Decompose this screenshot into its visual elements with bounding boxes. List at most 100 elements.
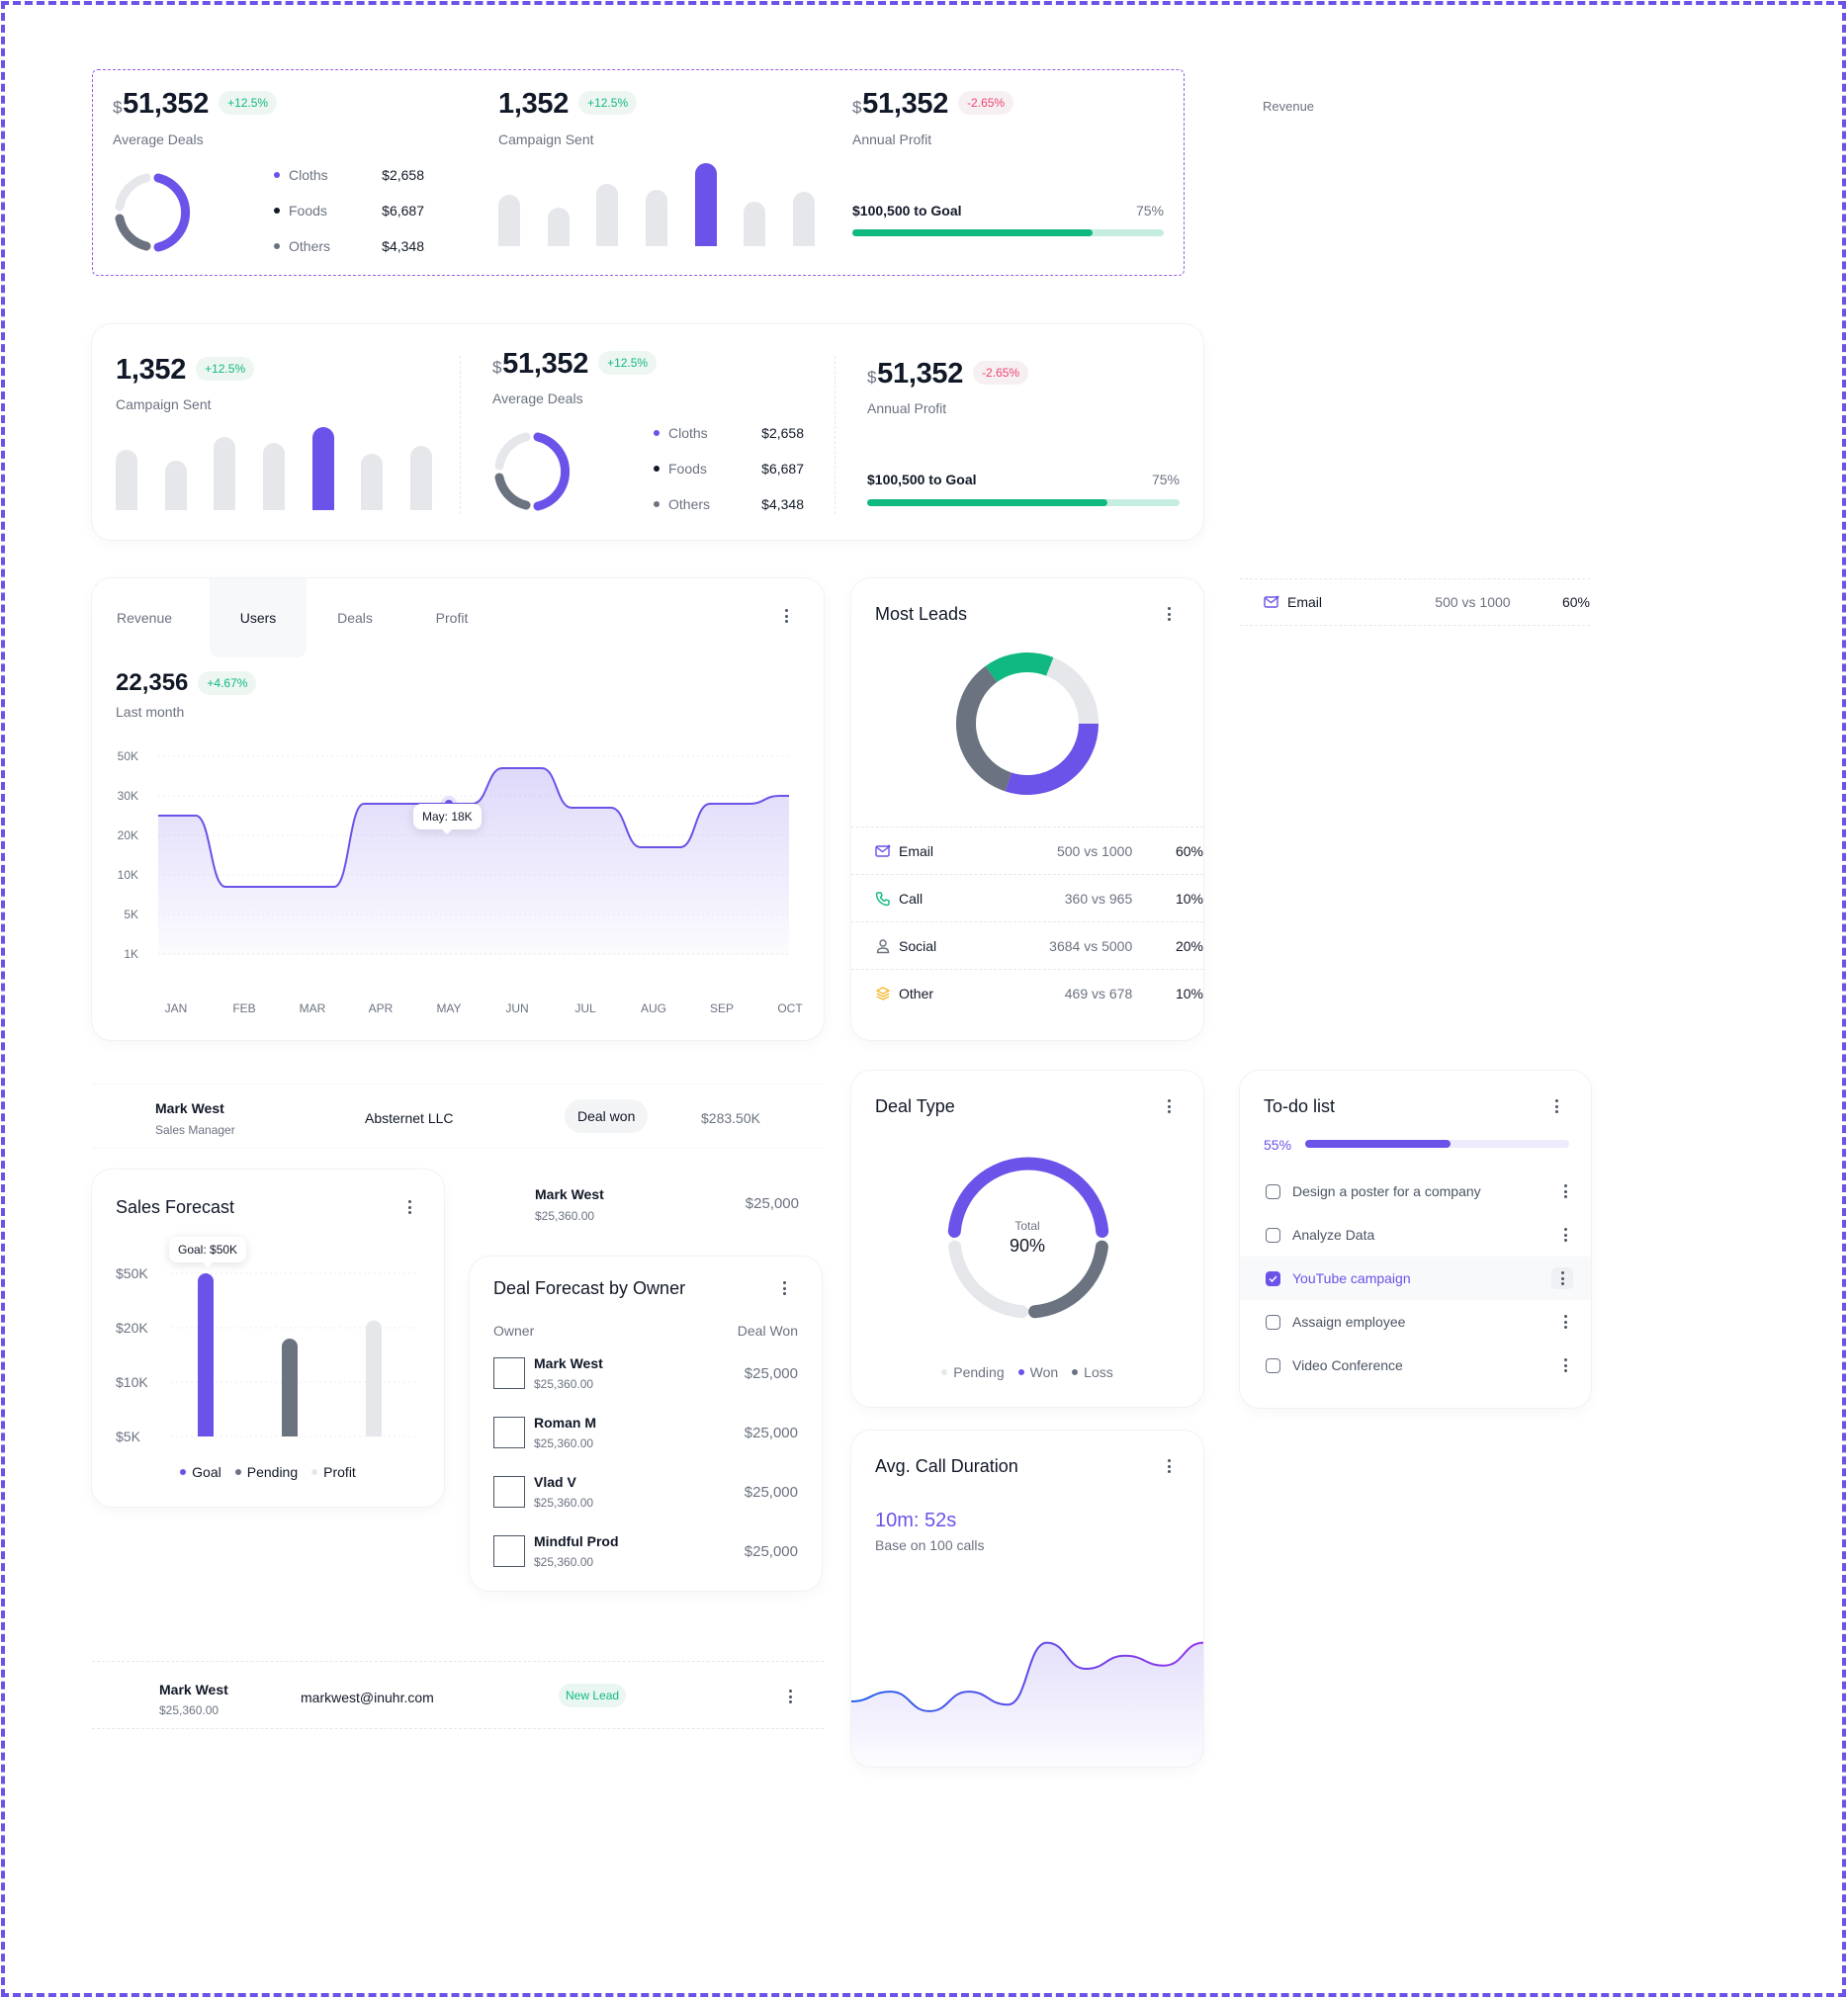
lead-sub: $25,360.00 bbox=[159, 1703, 220, 1717]
annual-profit-value: $51,352 -2.65% bbox=[852, 88, 1014, 121]
checkbox[interactable] bbox=[1266, 1270, 1280, 1286]
card-title: Sales Forecast bbox=[116, 1197, 235, 1217]
legend-item: Pending bbox=[234, 1464, 298, 1480]
tab-profit[interactable]: Profit bbox=[403, 578, 500, 657]
checkbox[interactable] bbox=[1266, 1357, 1280, 1373]
donut-segment-others bbox=[115, 214, 151, 251]
todo-card: To-do list 55% Design a poster for a com… bbox=[1240, 1071, 1591, 1408]
annual-profit-value: $51,352 -2.65% bbox=[867, 358, 1029, 391]
campaign-bar bbox=[263, 442, 285, 510]
card-title: Avg. Call Duration bbox=[875, 1456, 1018, 1476]
more-options-icon[interactable] bbox=[1557, 1355, 1573, 1375]
average-deals-label: Average Deals bbox=[492, 391, 583, 406]
owner-row[interactable]: Vlad V $25,360.00 $25,000 bbox=[493, 1472, 798, 1521]
owner-row[interactable]: Mindful Prod $25,360.00 $25,000 bbox=[493, 1531, 798, 1581]
lead-source-row: Email 500 vs 1000 60% bbox=[851, 826, 1203, 874]
owner-avatar bbox=[493, 1476, 525, 1508]
lead-row[interactable]: Mark West $25,360.00 markwest@inuhr.com … bbox=[92, 1661, 824, 1729]
donut-segment-social bbox=[956, 665, 1012, 792]
owner-row[interactable]: Mark West $25,360.00 $25,000 bbox=[493, 1353, 798, 1403]
sales-legend: Goal Pending Profit bbox=[92, 1464, 444, 1480]
legend-value: $6,687 bbox=[761, 461, 804, 477]
owner-sub: $25,360.00 bbox=[535, 1209, 595, 1223]
owner-sub: $25,360.00 bbox=[534, 1555, 594, 1569]
more-options-icon[interactable] bbox=[1161, 1456, 1177, 1476]
checkbox[interactable] bbox=[1266, 1183, 1280, 1199]
todo-progress-label: 55% bbox=[1264, 1137, 1292, 1153]
bar-goal bbox=[198, 1273, 214, 1436]
todo-item[interactable]: Analyze Data bbox=[1240, 1213, 1591, 1257]
tab-revenue[interactable]: Revenue bbox=[92, 578, 197, 657]
y-tick-label: 30K bbox=[118, 789, 138, 803]
more-options-icon[interactable] bbox=[776, 1278, 792, 1298]
campaign-sent-bars bbox=[116, 427, 432, 510]
goal-label: $100,500 to Goal bbox=[867, 472, 977, 487]
owner-value: $25,000 bbox=[745, 1195, 799, 1212]
average-deals-label: Average Deals bbox=[113, 131, 204, 147]
checkbox[interactable] bbox=[1266, 1227, 1280, 1243]
legend-item: Profit bbox=[311, 1464, 356, 1480]
todo-item[interactable]: Design a poster for a company bbox=[1240, 1170, 1591, 1213]
todo-item[interactable]: YouTube campaign bbox=[1240, 1257, 1591, 1300]
more-options-icon[interactable] bbox=[1557, 1181, 1573, 1201]
todo-progress-bar bbox=[1305, 1140, 1569, 1148]
goal-progress-fill bbox=[867, 499, 1108, 506]
x-tick-label: MAR bbox=[300, 1001, 326, 1015]
deal-row[interactable]: Mark West Sales Manager Absternet LLC De… bbox=[92, 1084, 824, 1149]
legend-value: $4,348 bbox=[761, 496, 804, 512]
y-tick-label: 50K bbox=[118, 749, 138, 763]
y-tick-label: $5K bbox=[116, 1429, 141, 1444]
checkbox[interactable] bbox=[1266, 1314, 1280, 1330]
more-options-icon[interactable] bbox=[1557, 1312, 1573, 1332]
owner-name: Roman M bbox=[534, 1415, 596, 1431]
lead-source-ratio: 469 vs 678 bbox=[1064, 985, 1133, 1001]
lead-source-percent: 20% bbox=[1175, 937, 1203, 954]
most-leads-donut bbox=[956, 652, 1099, 795]
lead-source-percent: 60% bbox=[1175, 842, 1203, 859]
donut-segment-cloths bbox=[533, 432, 571, 511]
y-tick-label: 10K bbox=[118, 868, 138, 882]
more-options-icon[interactable] bbox=[778, 606, 794, 626]
phone-icon bbox=[875, 891, 891, 907]
legend-foods: Foods bbox=[274, 203, 327, 218]
more-options-icon[interactable] bbox=[1551, 1267, 1573, 1289]
todo-progress-fill bbox=[1305, 1140, 1451, 1148]
todo-item[interactable]: Assaign employee bbox=[1240, 1300, 1591, 1344]
lead-source-name: Call bbox=[899, 890, 924, 907]
avg-call-card: Avg. Call Duration 10m: 52s Base on 100 … bbox=[851, 1431, 1203, 1767]
deal-owner-role: Sales Manager bbox=[155, 1123, 235, 1137]
average-deals-donut bbox=[494, 432, 571, 511]
mail-icon bbox=[875, 844, 891, 858]
deal-type-card: Deal Type Total 90% Pending Won Loss bbox=[851, 1071, 1203, 1407]
more-options-icon[interactable] bbox=[1548, 1096, 1564, 1116]
campaign-bar bbox=[498, 194, 520, 246]
owner-sub: $25,360.00 bbox=[534, 1496, 594, 1510]
user-icon bbox=[875, 938, 891, 954]
tab-users[interactable]: Users bbox=[210, 578, 307, 657]
lead-email[interactable]: markwest@inuhr.com bbox=[301, 1690, 434, 1705]
tab-deals[interactable]: Deals bbox=[307, 578, 403, 657]
more-options-icon[interactable] bbox=[401, 1197, 417, 1217]
lead-source-row: Call 360 vs 965 10% bbox=[851, 874, 1203, 921]
sales-forecast-chart: $50K $20K $10K $5K bbox=[116, 1265, 418, 1444]
todo-item[interactable]: Video Conference bbox=[1240, 1344, 1591, 1387]
average-deals-value: $51,352 +12.5% bbox=[492, 348, 658, 381]
stats-card-2: 1,352 +12.5% Campaign Sent $51,352 +12.5% … bbox=[92, 324, 1203, 540]
lead-source-ratio: 3684 vs 5000 bbox=[1049, 937, 1133, 954]
owner-name: Mark West bbox=[535, 1186, 604, 1202]
avg-call-value: 10m: 52s bbox=[875, 1510, 957, 1531]
owner-deal-won: $25,000 bbox=[744, 1425, 798, 1441]
more-options-icon[interactable] bbox=[782, 1687, 798, 1706]
more-options-icon[interactable] bbox=[1161, 1096, 1177, 1116]
more-options-icon[interactable] bbox=[1161, 604, 1177, 624]
campaign-bar bbox=[646, 189, 667, 246]
more-options-icon[interactable] bbox=[1557, 1225, 1573, 1245]
owner-row[interactable]: Roman M $25,360.00 $25,000 bbox=[493, 1413, 798, 1462]
chart-tooltip: May: 18K bbox=[413, 804, 482, 834]
legend-item: Won bbox=[1017, 1364, 1058, 1380]
campaign-bar bbox=[410, 446, 432, 510]
lead-source-ratio: 360 vs 965 bbox=[1064, 890, 1133, 907]
goal-progress-fill bbox=[852, 229, 1093, 236]
lead-name: Mark West bbox=[159, 1682, 228, 1697]
x-tick-label: JUN bbox=[505, 1001, 528, 1015]
